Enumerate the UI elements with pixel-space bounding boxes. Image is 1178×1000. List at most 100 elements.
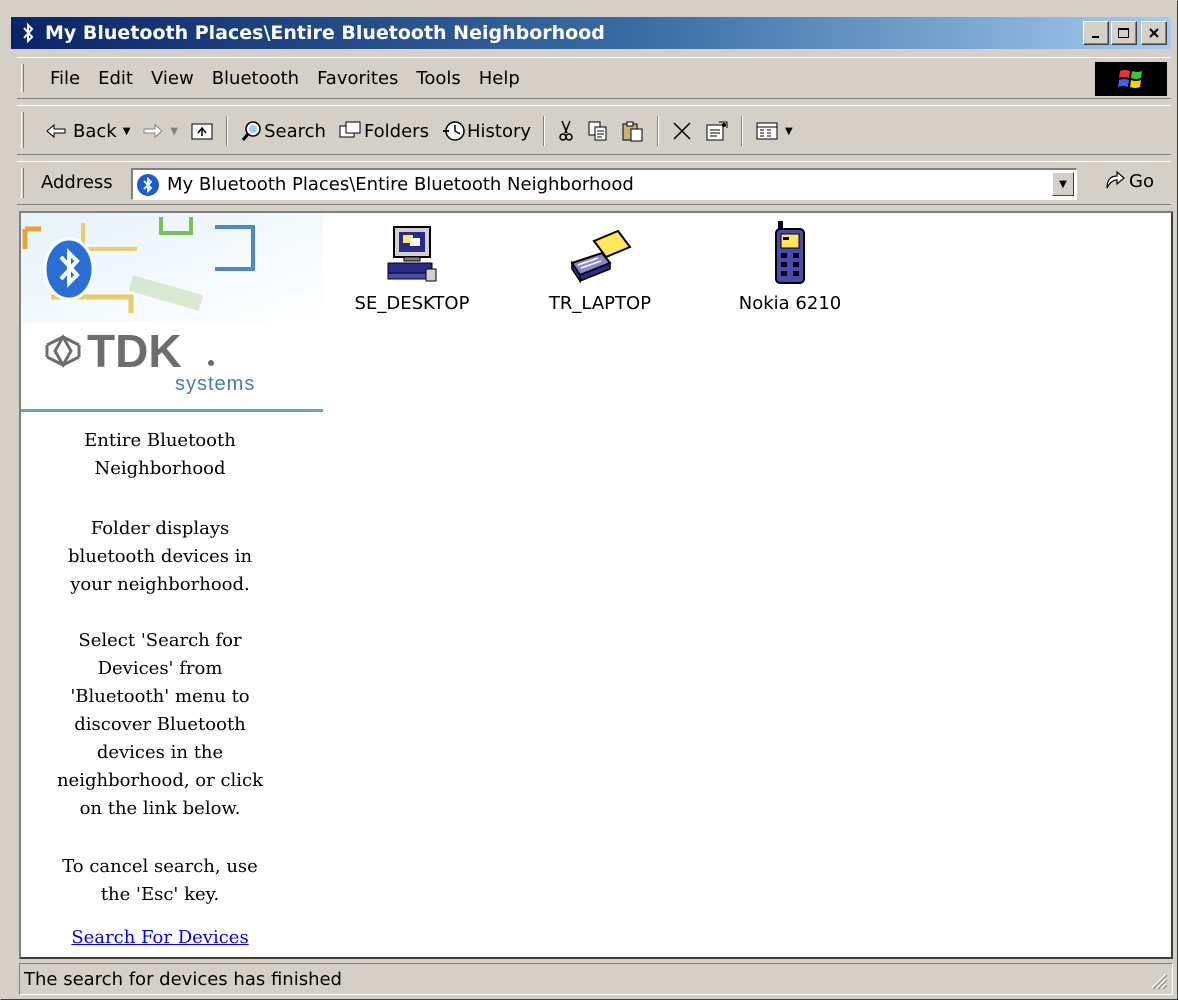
mobile-phone-icon <box>705 221 875 285</box>
toolbar-separator <box>543 116 546 146</box>
standard-toolbar: Back ▼ ▼ Search Folders History ▼ <box>17 105 1171 155</box>
copy-icon <box>588 121 607 141</box>
menu-edit[interactable]: Edit <box>89 66 142 91</box>
status-bar: The search for devices has finished <box>19 963 1173 995</box>
scissors-icon <box>559 120 573 141</box>
folder-heading: Entire Bluetooth Neighborhood <box>25 427 295 483</box>
description-line: bluetooth devices in <box>67 546 253 567</box>
folders-label: Folders <box>363 120 429 142</box>
back-button[interactable]: Back ▼ <box>39 114 136 148</box>
toolbar-grip[interactable] <box>21 64 24 92</box>
maximize-button[interactable] <box>1111 21 1137 45</box>
device-name: TR_LAPTOP <box>548 293 652 314</box>
device-name: Nokia 6210 <box>738 293 842 314</box>
up-folder-icon <box>191 123 213 140</box>
search-label: Search <box>264 120 326 142</box>
svg-text:TDK: TDK <box>87 325 182 377</box>
views-button[interactable]: ▼ <box>749 114 799 148</box>
cancel-instructions: To cancel search, use the 'Esc' key. <box>25 853 295 909</box>
instruction-line: neighborhood, or click <box>56 770 264 791</box>
search-icon <box>241 121 261 141</box>
resize-grip-icon[interactable] <box>1148 970 1168 990</box>
tdk-banner: TDK systems <box>21 213 323 411</box>
back-label: Back <box>73 120 117 142</box>
views-dropdown-icon[interactable]: ▼ <box>785 126 793 137</box>
up-folder-button[interactable] <box>184 114 220 148</box>
properties-button[interactable] <box>699 114 735 148</box>
window-title: My Bluetooth Places\Entire Bluetooth Nei… <box>45 22 605 44</box>
go-label: Go <box>1129 170 1154 192</box>
toolbar-separator <box>226 116 229 146</box>
explorer-window: My Bluetooth Places\Entire Bluetooth Nei… <box>0 0 1178 1000</box>
status-text: The search for devices has finished <box>24 968 342 990</box>
device-name: SE_DESKTOP <box>354 293 470 314</box>
menu-file[interactable]: File <box>41 66 89 91</box>
menu-help[interactable]: Help <box>470 66 529 91</box>
back-dropdown-icon[interactable]: ▼ <box>123 126 131 137</box>
toolbar-grip[interactable] <box>21 168 24 198</box>
history-icon <box>442 121 465 141</box>
instruction-line: discover Bluetooth <box>74 714 246 735</box>
tdk-logo: TDK <box>45 325 214 377</box>
back-arrow-icon <box>46 123 66 139</box>
title-bar[interactable]: My Bluetooth Places\Entire Bluetooth Nei… <box>11 17 1171 49</box>
desktop-computer-icon <box>327 223 497 285</box>
menu-bar: File Edit View Bluetooth Favorites Tools… <box>17 57 1171 99</box>
toolbar-separator <box>741 116 744 146</box>
address-bar: Address My Bluetooth Places\Entire Bluet… <box>17 161 1171 205</box>
laptop-icon <box>515 223 685 285</box>
menu-tools[interactable]: Tools <box>407 66 469 91</box>
delete-button[interactable] <box>665 114 699 148</box>
go-button[interactable]: Go <box>1103 170 1154 192</box>
instruction-line: Select 'Search for <box>78 630 242 651</box>
search-for-devices-link[interactable]: Search For Devices <box>25 927 295 948</box>
paste-button[interactable] <box>615 114 651 148</box>
folders-button[interactable]: Folders <box>332 114 435 148</box>
heading-line: Neighborhood <box>94 458 226 479</box>
cut-button[interactable] <box>551 114 581 148</box>
instruction-line: 'Bluetooth' menu to <box>70 686 250 707</box>
instruction-line: Devices' from <box>97 658 223 679</box>
bluetooth-icon <box>17 22 39 44</box>
forward-arrow-icon <box>143 123 164 139</box>
windows-logo-icon <box>1095 62 1167 96</box>
folder-description: Folder displays bluetooth devices in you… <box>25 515 295 599</box>
description-line: your neighborhood. <box>70 574 250 595</box>
properties-icon <box>706 121 728 141</box>
device-nokia-6210[interactable]: Nokia 6210 <box>705 221 875 314</box>
forward-dropdown-icon[interactable]: ▼ <box>170 126 178 137</box>
menu-view[interactable]: View <box>142 66 203 91</box>
close-button[interactable] <box>1141 21 1167 45</box>
forward-button[interactable]: ▼ <box>136 114 184 148</box>
device-se-desktop[interactable]: SE_DESKTOP <box>327 223 497 314</box>
divider <box>21 409 323 412</box>
minimize-button[interactable] <box>1083 21 1109 45</box>
toolbar-separator <box>657 116 660 146</box>
instruction-line: devices in the <box>96 742 224 763</box>
bluetooth-icon <box>137 173 159 196</box>
views-icon <box>756 122 778 140</box>
folders-icon <box>339 121 361 138</box>
device-tr-laptop[interactable]: TR_LAPTOP <box>515 223 685 314</box>
heading-line: Entire Bluetooth <box>84 430 236 451</box>
address-dropdown-button[interactable]: ▼ <box>1052 172 1074 196</box>
web-view-panel: TDK systems Entire Bluetooth Neighborhoo… <box>21 213 323 957</box>
cancel-line: the 'Esc' key. <box>100 884 220 905</box>
instruction-line: on the link below. <box>79 798 241 819</box>
go-arrow-icon <box>1106 170 1125 189</box>
description-line: Folder displays <box>90 518 230 539</box>
address-input[interactable]: My Bluetooth Places\Entire Bluetooth Nei… <box>131 168 1077 200</box>
search-button[interactable]: Search <box>234 114 332 148</box>
history-button[interactable]: History <box>435 114 537 148</box>
history-label: History <box>466 120 532 142</box>
menu-favorites[interactable]: Favorites <box>308 66 407 91</box>
folder-view[interactable]: TDK systems Entire Bluetooth Neighborhoo… <box>19 211 1173 959</box>
toolbar-grip[interactable] <box>21 112 24 148</box>
menu-bluetooth[interactable]: Bluetooth <box>203 66 308 91</box>
cancel-line: To cancel search, use <box>62 856 258 877</box>
tdk-systems-label: systems <box>175 373 256 395</box>
copy-button[interactable] <box>581 114 615 148</box>
search-instructions: Select 'Search for Devices' from 'Blueto… <box>25 627 295 823</box>
address-label: Address <box>41 172 113 193</box>
address-value: My Bluetooth Places\Entire Bluetooth Nei… <box>167 174 634 195</box>
